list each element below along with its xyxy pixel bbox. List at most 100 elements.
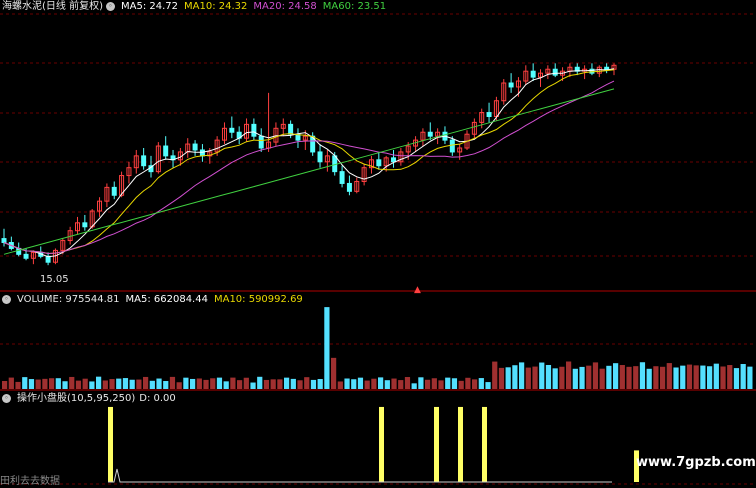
volume-bar <box>559 366 565 389</box>
candle-body <box>332 155 338 173</box>
candle-body <box>552 68 558 76</box>
volume-bar <box>42 378 48 389</box>
volume-ma10-label: MA10: 590992.69 <box>213 294 303 305</box>
volume-bar <box>425 379 431 389</box>
volume-bar <box>465 377 471 389</box>
volume-bar <box>357 377 364 389</box>
volume-bar <box>727 365 733 389</box>
volume-bar <box>693 365 699 389</box>
candle-body <box>288 123 294 135</box>
volume-bar <box>331 357 337 389</box>
volume-bar <box>22 377 28 389</box>
volume-bar <box>478 378 484 389</box>
volume-bar <box>169 376 176 389</box>
volume-bar <box>633 366 639 389</box>
candle-body <box>317 151 323 163</box>
candle-body <box>604 66 610 70</box>
volume-bar <box>190 378 196 389</box>
volume-bar <box>552 368 558 389</box>
candle-body <box>339 171 345 184</box>
volume-bar <box>270 379 276 389</box>
volume-bar <box>713 363 719 389</box>
volume-bar <box>458 380 464 389</box>
volume-bar <box>740 364 746 389</box>
volume-bar <box>492 361 498 389</box>
volume-bar <box>277 379 283 389</box>
volume-bar <box>700 365 706 389</box>
volume-bar <box>431 378 437 389</box>
indicator-d-label: D: 0.00 <box>139 393 176 404</box>
volume-bar <box>2 380 8 389</box>
volume-bar <box>196 378 202 389</box>
volume-bar <box>223 381 229 389</box>
volume-bar <box>639 362 646 389</box>
volume-bar <box>472 379 478 389</box>
candle-body <box>1 238 7 244</box>
candle-body <box>199 149 205 157</box>
volume-bar <box>619 365 625 389</box>
volume-bar <box>210 378 216 389</box>
volume-bar <box>666 363 672 389</box>
volume-bar <box>149 380 155 389</box>
volume-bar <box>55 378 61 389</box>
volume-bar <box>351 379 357 389</box>
volume-bar <box>498 367 505 389</box>
ma10-label: MA10: 24.32 <box>184 1 248 12</box>
settings-circle-icon[interactable]: ◦ <box>105 1 115 11</box>
volume-bar <box>680 365 686 389</box>
volume-bar <box>129 379 135 389</box>
volume-bar <box>176 382 182 389</box>
volume-bar <box>512 365 518 389</box>
volume-bar <box>579 366 585 389</box>
volume-bar <box>237 380 243 389</box>
title-label: 海螺水泥(日线 前复权) <box>2 1 103 12</box>
indicator-label: 操作小盘股(10,5,95,250) <box>17 393 136 404</box>
ma5-label: MA5: 24.72 <box>120 1 178 12</box>
candle-body <box>258 135 264 149</box>
volume-bar <box>344 378 350 389</box>
volume-bar <box>686 364 693 389</box>
volume-bar <box>592 362 599 389</box>
signal-bar <box>458 406 463 482</box>
volume-bar <box>384 380 390 389</box>
volume-bar <box>203 379 209 389</box>
volume-bar <box>653 366 659 389</box>
volume-bar <box>163 381 169 389</box>
indicator-line <box>108 468 612 483</box>
volume-bar <box>673 367 679 389</box>
volume-bar <box>324 307 330 389</box>
volume-bar <box>613 363 619 389</box>
volume-bar <box>599 368 605 389</box>
candle-body <box>449 139 455 153</box>
volume-bar <box>102 380 108 389</box>
ma20-line <box>3 80 615 255</box>
candle-body <box>391 157 397 163</box>
volume-bar <box>566 361 572 389</box>
ma5-line <box>3 68 615 258</box>
marker-glyph: ▲ <box>414 285 421 295</box>
volume-bar <box>75 380 82 389</box>
volume-bar <box>216 377 223 389</box>
candle-body <box>530 70 536 78</box>
ma60-label: MA60: 23.51 <box>322 1 387 12</box>
volume-bar <box>49 378 55 389</box>
volume-bar <box>398 380 404 389</box>
candle-body <box>82 222 88 228</box>
volume-bar <box>156 378 162 389</box>
indicator-settings-icon[interactable]: ◦ <box>2 393 11 403</box>
volume-bar <box>586 365 592 389</box>
volume-bar <box>411 383 417 389</box>
volume-bar <box>82 378 88 389</box>
volume-bar <box>89 381 95 389</box>
chart-stage: ▲ <box>0 13 756 485</box>
volume-bar <box>297 380 303 389</box>
volume-legend: ◦ VOLUME: 975544.81 MA5: 662084.44 MA10: 59… <box>2 294 309 306</box>
volume-bar <box>485 382 491 389</box>
volume-bar <box>418 377 424 389</box>
candle-body <box>346 182 352 192</box>
price-legend: 海螺水泥(日线 前复权) ◦ MA5: 24.72 MA10: 24.32 MA20: … <box>2 1 392 13</box>
volume-bar <box>15 381 21 389</box>
volume-bar <box>572 368 578 389</box>
volume-bar <box>96 376 102 389</box>
volume-settings-icon[interactable]: ◦ <box>2 294 11 304</box>
